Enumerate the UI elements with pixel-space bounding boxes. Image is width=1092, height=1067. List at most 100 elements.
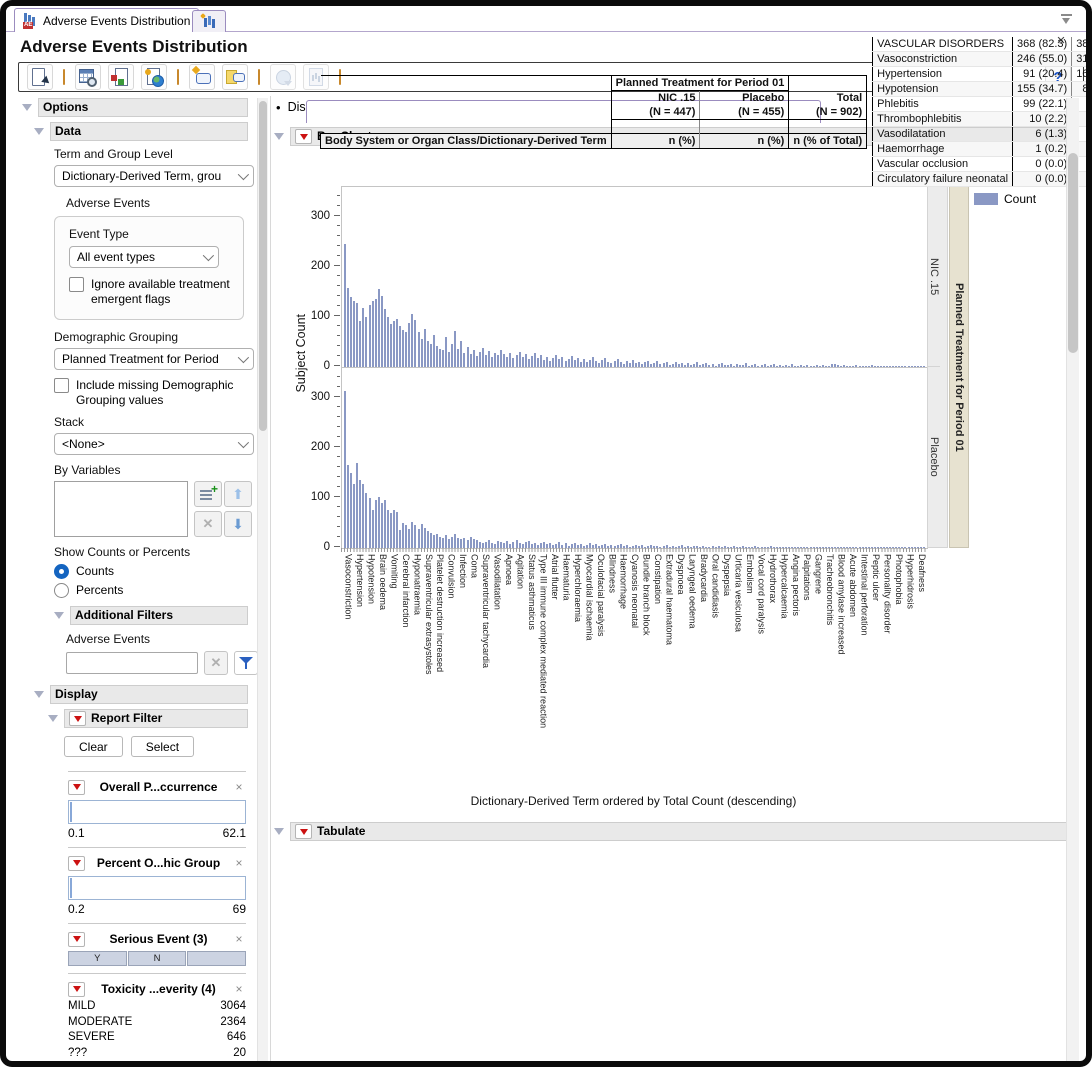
bar[interactable] bbox=[690, 365, 692, 367]
bar[interactable] bbox=[558, 359, 560, 367]
red-triangle-menu-icon[interactable] bbox=[68, 856, 85, 871]
bar[interactable] bbox=[390, 513, 392, 548]
bar[interactable] bbox=[491, 357, 493, 367]
bar[interactable] bbox=[356, 303, 358, 367]
bar[interactable] bbox=[497, 355, 499, 367]
bar[interactable] bbox=[681, 363, 683, 367]
bar[interactable] bbox=[705, 363, 707, 367]
bar[interactable] bbox=[819, 366, 821, 367]
bar[interactable] bbox=[886, 366, 888, 367]
percents-radio[interactable] bbox=[54, 583, 69, 598]
bar[interactable] bbox=[825, 366, 827, 367]
bar[interactable] bbox=[865, 366, 867, 367]
bar[interactable] bbox=[506, 541, 508, 548]
bar[interactable] bbox=[454, 331, 456, 367]
bar[interactable] bbox=[381, 296, 383, 367]
bar[interactable] bbox=[402, 523, 404, 548]
bar[interactable] bbox=[561, 357, 563, 367]
bar[interactable] bbox=[791, 364, 793, 367]
bar[interactable] bbox=[414, 320, 416, 367]
tab-adverse-events-distribution[interactable]: Adverse Events Distribution bbox=[14, 8, 199, 32]
bar[interactable] bbox=[519, 352, 521, 367]
new-note-button[interactable] bbox=[189, 64, 215, 90]
bar[interactable] bbox=[463, 538, 465, 548]
bar[interactable] bbox=[687, 363, 689, 367]
bar[interactable] bbox=[439, 537, 441, 548]
bar[interactable] bbox=[528, 359, 530, 367]
bar[interactable] bbox=[659, 364, 661, 367]
bar[interactable] bbox=[601, 360, 603, 367]
close-icon[interactable]: × bbox=[232, 932, 246, 946]
bar[interactable] bbox=[356, 463, 358, 548]
bar[interactable] bbox=[764, 364, 766, 367]
bar[interactable] bbox=[708, 365, 710, 367]
bar[interactable] bbox=[467, 540, 469, 548]
bar[interactable] bbox=[693, 364, 695, 367]
collapse-triangle-icon[interactable] bbox=[22, 104, 32, 111]
bar[interactable] bbox=[350, 297, 352, 367]
move-up-button[interactable]: ⬆ bbox=[224, 481, 252, 507]
bar[interactable] bbox=[537, 358, 539, 367]
demographic-grouping-dropdown[interactable]: Planned Treatment for Period bbox=[54, 348, 254, 370]
bar[interactable] bbox=[448, 539, 450, 548]
bar[interactable] bbox=[638, 362, 640, 367]
counts-radio[interactable] bbox=[54, 564, 69, 579]
bar[interactable] bbox=[586, 362, 588, 367]
bar[interactable] bbox=[347, 288, 349, 367]
bar[interactable] bbox=[904, 366, 906, 367]
data-table-button[interactable] bbox=[75, 64, 101, 90]
clear-filter-button[interactable]: ✕ bbox=[204, 651, 228, 675]
filter-list-item[interactable]: ???20 bbox=[68, 1046, 246, 1062]
bar[interactable] bbox=[718, 364, 720, 367]
bar[interactable] bbox=[862, 366, 864, 367]
bar[interactable] bbox=[614, 361, 616, 367]
bar[interactable] bbox=[436, 346, 438, 367]
bar[interactable] bbox=[923, 366, 925, 367]
filter-list-item[interactable]: MODERATE2364 bbox=[68, 1015, 246, 1031]
bar[interactable] bbox=[901, 366, 903, 367]
bar[interactable] bbox=[359, 480, 361, 548]
bar[interactable] bbox=[479, 352, 481, 367]
bar[interactable] bbox=[442, 538, 444, 548]
bar[interactable] bbox=[715, 366, 717, 367]
collapse-triangle-icon[interactable] bbox=[274, 828, 284, 835]
bar[interactable] bbox=[430, 344, 432, 367]
bar[interactable] bbox=[381, 503, 383, 548]
bar[interactable] bbox=[675, 362, 677, 367]
bar[interactable] bbox=[369, 498, 371, 548]
bar[interactable] bbox=[445, 535, 447, 548]
bar[interactable] bbox=[724, 365, 726, 367]
bar[interactable] bbox=[849, 366, 851, 367]
bar[interactable] bbox=[745, 363, 747, 367]
red-triangle-menu-icon[interactable] bbox=[295, 129, 312, 144]
bar[interactable] bbox=[543, 360, 545, 367]
bar[interactable] bbox=[485, 355, 487, 367]
bar[interactable] bbox=[785, 365, 787, 367]
bar[interactable] bbox=[549, 361, 551, 367]
bar[interactable] bbox=[754, 364, 756, 367]
bar[interactable] bbox=[411, 314, 413, 367]
bar[interactable] bbox=[834, 364, 836, 367]
bar[interactable] bbox=[794, 366, 796, 367]
bar[interactable] bbox=[470, 354, 472, 367]
bar[interactable] bbox=[411, 522, 413, 548]
bar[interactable] bbox=[911, 366, 913, 367]
bar[interactable] bbox=[635, 363, 637, 367]
bar[interactable] bbox=[610, 363, 612, 367]
bar[interactable] bbox=[678, 364, 680, 367]
bar[interactable] bbox=[424, 528, 426, 548]
close-icon[interactable]: × bbox=[232, 982, 246, 996]
bar[interactable] bbox=[344, 391, 346, 548]
bar[interactable] bbox=[617, 359, 619, 367]
bar[interactable] bbox=[372, 510, 374, 548]
bar[interactable] bbox=[730, 364, 732, 367]
bar[interactable] bbox=[387, 317, 389, 367]
filter-level-button[interactable]: Y bbox=[68, 951, 127, 966]
filter-level-button[interactable]: N bbox=[128, 951, 187, 966]
bar[interactable] bbox=[396, 319, 398, 367]
bar[interactable] bbox=[895, 366, 897, 367]
red-triangle-menu-icon[interactable] bbox=[68, 932, 85, 947]
bar[interactable] bbox=[607, 362, 609, 367]
bar[interactable] bbox=[767, 366, 769, 367]
bar[interactable] bbox=[552, 358, 554, 367]
